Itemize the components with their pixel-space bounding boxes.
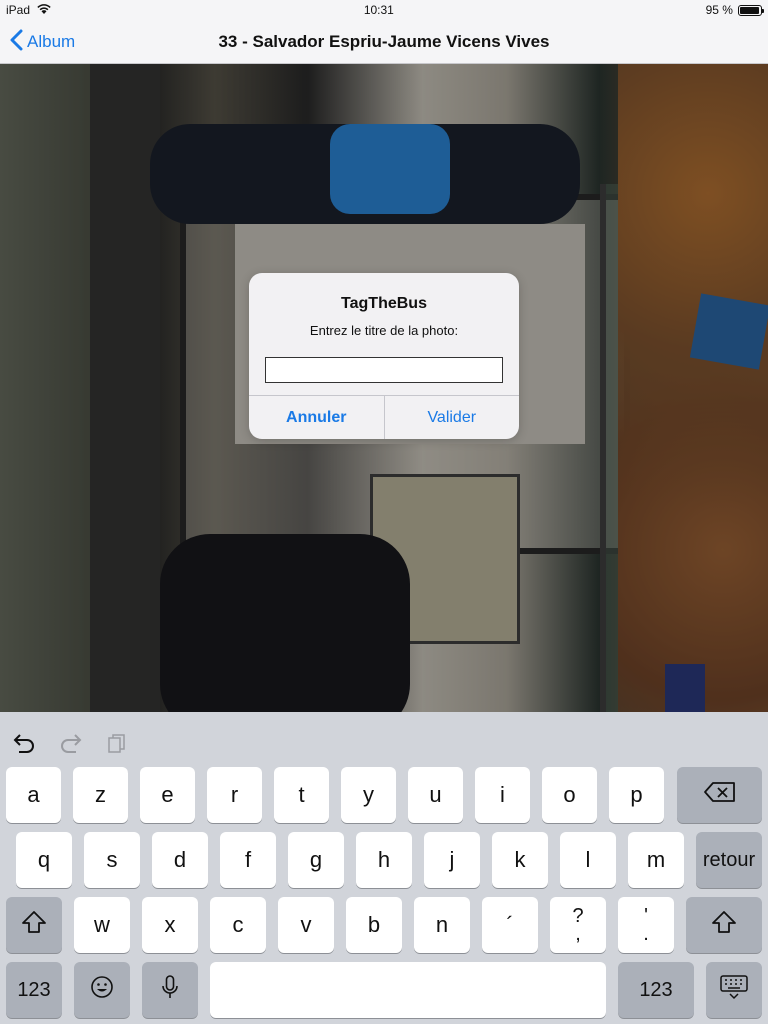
shift-key-right[interactable] — [686, 897, 762, 953]
delete-icon — [703, 781, 737, 809]
back-button[interactable]: Album — [10, 20, 75, 64]
clock: 10:31 — [363, 3, 394, 17]
key-c[interactable]: c — [210, 897, 266, 953]
keyboard: a z e r t y u i o p q s d f g h j k l m … — [0, 712, 768, 1024]
navigation-bar: Album 33 - Salvador Espriu-Jaume Vicens … — [0, 20, 768, 64]
key-v[interactable]: v — [278, 897, 334, 953]
confirm-button[interactable]: Valider — [383, 396, 520, 439]
key-j[interactable]: j — [424, 832, 480, 888]
key-period-label: . — [643, 923, 649, 945]
key-o[interactable]: o — [542, 767, 597, 823]
key-z[interactable]: z — [73, 767, 128, 823]
key-y[interactable]: y — [341, 767, 396, 823]
emoji-icon — [90, 975, 114, 1005]
dialog-buttons: Annuler Valider — [249, 395, 519, 439]
key-m[interactable]: m — [628, 832, 684, 888]
shift-icon — [711, 910, 737, 940]
dictation-key[interactable] — [142, 962, 198, 1018]
key-x[interactable]: x — [142, 897, 198, 953]
key-f[interactable]: f — [220, 832, 276, 888]
microphone-icon — [161, 974, 179, 1006]
key-e[interactable]: e — [140, 767, 195, 823]
shift-icon — [21, 910, 47, 940]
key-w[interactable]: w — [74, 897, 130, 953]
key-i[interactable]: i — [475, 767, 530, 823]
battery-percent: 95 % — [705, 3, 733, 17]
space-bar[interactable] — [210, 962, 606, 1018]
dialog-message: Entrez le titre de la photo: — [309, 323, 459, 338]
cancel-button[interactable]: Annuler — [249, 396, 384, 439]
title-prompt-dialog: TagTheBus Entrez le titre de la photo: A… — [249, 273, 519, 439]
key-k[interactable]: k — [492, 832, 548, 888]
key-b[interactable]: b — [346, 897, 402, 953]
undo-icon[interactable] — [10, 730, 38, 756]
back-label: Album — [27, 32, 76, 51]
redo-icon[interactable] — [57, 730, 85, 756]
key-question-comma[interactable]: ? , — [550, 897, 606, 953]
wifi-icon — [36, 3, 52, 18]
key-comma-label: , — [575, 923, 581, 945]
device-label: iPad — [6, 3, 31, 17]
dialog-title: TagTheBus — [341, 295, 427, 312]
keyboard-dismiss-icon — [719, 974, 749, 1006]
numbers-key-right[interactable]: 123 — [618, 962, 694, 1018]
key-u[interactable]: u — [408, 767, 463, 823]
emoji-key[interactable] — [74, 962, 130, 1018]
return-key[interactable]: retour — [696, 832, 762, 888]
key-t[interactable]: t — [274, 767, 329, 823]
key-d[interactable]: d — [152, 832, 208, 888]
shift-key-left[interactable] — [6, 897, 62, 953]
paste-icon[interactable] — [103, 730, 131, 756]
key-accent[interactable]: ´ — [482, 897, 538, 953]
hide-keyboard-key[interactable] — [706, 962, 762, 1018]
status-bar: iPad 10:31 95 % — [0, 0, 768, 20]
chevron-left-icon — [10, 29, 23, 56]
photo-title-input[interactable] — [265, 357, 503, 383]
key-s[interactable]: s — [84, 832, 140, 888]
key-h[interactable]: h — [356, 832, 412, 888]
page-title: 33 - Salvador Espriu-Jaume Vicens Vives — [218, 31, 550, 51]
key-a[interactable]: a — [6, 767, 61, 823]
battery-icon — [737, 4, 764, 16]
backspace-key[interactable] — [677, 767, 762, 823]
key-n[interactable]: n — [414, 897, 470, 953]
key-apostrophe-period[interactable]: ' . — [618, 897, 674, 953]
key-q[interactable]: q — [16, 832, 72, 888]
shortcut-bar — [0, 712, 768, 767]
key-r[interactable]: r — [207, 767, 262, 823]
key-p[interactable]: p — [609, 767, 664, 823]
key-l[interactable]: l — [560, 832, 616, 888]
numbers-key-left[interactable]: 123 — [6, 962, 62, 1018]
key-g[interactable]: g — [288, 832, 344, 888]
